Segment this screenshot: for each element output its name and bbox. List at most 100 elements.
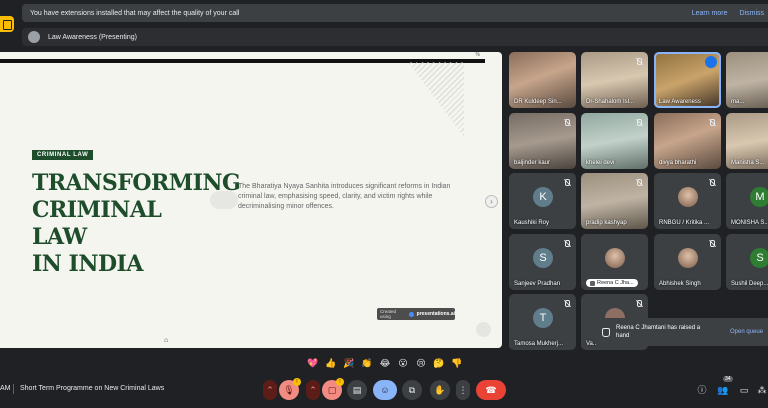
participant-name: Abhishek Singh — [659, 281, 701, 287]
reaction-emoji-button[interactable]: 😂 — [378, 356, 392, 370]
mic-off-icon — [563, 300, 570, 307]
presenting-label: Law Awareness (Presenting) — [48, 33, 137, 41]
participant-tile[interactable]: RNBGU / Kritika ... — [654, 173, 721, 229]
participant-name: ma... — [731, 99, 745, 105]
slide-title-line: IN INDIA — [32, 251, 143, 277]
slide-description: The Bharatiya Nyaya Sanhita introduces s… — [238, 183, 451, 210]
camera-toggle-button[interactable]: ▢! — [322, 378, 344, 400]
people-count-badge: 34 — [723, 376, 733, 382]
participant-tile[interactable]: S Sushil Deep... — [726, 234, 768, 290]
reaction-emoji-button[interactable]: 👎 — [450, 356, 464, 370]
credit-brand: presentations.ai — [416, 311, 455, 317]
learn-more-link[interactable]: Learn more — [692, 10, 728, 17]
camera-warning-badge: ! — [336, 378, 344, 386]
mic-off-icon — [708, 119, 715, 126]
participant-tile[interactable]: ma... — [726, 52, 768, 108]
open-queue-link[interactable]: Open queue — [730, 329, 763, 335]
reaction-emoji-button[interactable]: 👍 — [324, 356, 338, 370]
reaction-emoji-button[interactable]: 🎉 — [342, 356, 356, 370]
slide-title: TRANSFORMING CRIMINAL LAW IN INDIA — [32, 170, 241, 278]
participant-name: pradip kashyap — [586, 220, 627, 226]
activities-icon[interactable]: ⁂ — [756, 384, 768, 396]
control-bar: AM Short Term Programme on New Criminal … — [0, 376, 768, 404]
raise-hand-button[interactable]: ✋ — [430, 380, 450, 400]
reaction-emoji-button[interactable]: 💖 — [306, 356, 320, 370]
mic-off-icon — [635, 300, 642, 307]
reaction-bar: 💖 👍 🎉 👏 😂 😮 😢 🤔 👎 — [306, 356, 464, 370]
mic-toggle-button[interactable]: 🎙! — [279, 378, 301, 400]
mic-off-icon — [708, 179, 715, 186]
mouse-cursor-icon: ⌂ — [164, 337, 169, 344]
mic-off-icon — [635, 58, 642, 65]
participant-name: DR Kuldeep Sin... — [514, 99, 562, 105]
participant-name: Tamosa Mukherj... — [514, 341, 564, 347]
credit-prefix: Created using — [380, 309, 397, 319]
end-call-button[interactable]: ☎ — [476, 380, 506, 400]
reaction-emoji-button[interactable]: 🤔 — [432, 356, 446, 370]
avatar — [678, 187, 698, 207]
info-icon[interactable]: ⓘ — [696, 384, 708, 396]
chat-icon[interactable]: ▭ — [738, 384, 750, 396]
more-options-button[interactable]: ⋮ — [456, 380, 470, 400]
slide-title-line: TRANSFORMING — [32, 170, 241, 196]
people-icon[interactable]: 👥 — [717, 384, 729, 396]
presentations-logo-icon — [409, 311, 414, 317]
participant-name: RNBGU / Kritika ... — [659, 220, 710, 226]
participant-name: Reena C Jha... — [597, 280, 634, 286]
presenting-banner: Law Awareness (Presenting) — [22, 28, 768, 46]
raised-hand-toast: Reena C Jhamtani has raised a hand Open … — [594, 318, 768, 346]
participant-tile[interactable]: Dr-Shahalom Isl... — [581, 52, 648, 108]
participant-name: Law Awareness — [659, 99, 701, 105]
extension-warning-banner: You have extensions installed that may a… — [22, 4, 768, 22]
next-slide-button[interactable]: › — [485, 195, 498, 208]
present-screen-button[interactable]: ⧉ — [402, 380, 422, 400]
extension-tab-icon[interactable] — [0, 16, 14, 32]
clock: AM — [0, 385, 11, 392]
avatar: T — [533, 308, 553, 328]
mic-off-icon — [563, 119, 570, 126]
captions-button[interactable]: ▤ — [347, 380, 367, 400]
mic-off-icon — [708, 240, 715, 247]
participant-tile[interactable]: Manisha S... — [726, 113, 768, 169]
participant-tile[interactable]: divya bharathi — [654, 113, 721, 169]
emoji-button[interactable]: ☺ — [373, 380, 397, 400]
raised-hand-icon — [602, 328, 610, 337]
participant-tile[interactable]: pradip kashyap — [581, 173, 648, 229]
avatar: K — [533, 187, 553, 207]
participant-name: Dr-Shahalom Isl... — [586, 99, 635, 105]
participant-tile[interactable]: Reena C Jha... — [581, 234, 648, 290]
participant-tile[interactable]: khelei devi — [581, 113, 648, 169]
participant-tile[interactable]: Abhishek Singh — [654, 234, 721, 290]
camera-options-button[interactable]: ⌃ — [306, 380, 320, 400]
participant-tile[interactable]: baljinder kaur — [509, 113, 576, 169]
reaction-emoji-button[interactable]: 😢 — [414, 356, 428, 370]
presentation-stage: % CRIMINAL LAW TRANSFORMING CRIMINAL LAW… — [0, 52, 502, 348]
participant-tile[interactable]: S Sanjeev Pradhan — [509, 234, 576, 290]
avatar: S — [533, 248, 553, 268]
reaction-emoji-button[interactable]: 👏 — [360, 356, 374, 370]
mic-options-button[interactable]: ⌃ — [263, 380, 277, 400]
slide-title-line: CRIMINAL LAW — [32, 197, 162, 250]
avatar — [605, 248, 625, 268]
hand-icon — [590, 280, 595, 286]
toast-message: Reena C Jhamtani has raised a hand — [616, 325, 701, 339]
divider — [13, 384, 14, 394]
participant-tile[interactable]: M MONISHA S... — [726, 173, 768, 229]
participant-name: baljinder kaur — [514, 160, 551, 166]
zoom-icon[interactable] — [476, 322, 491, 337]
avatar — [678, 248, 698, 268]
participant-tile[interactable]: DR Kuldeep Sin... — [509, 52, 576, 108]
mic-off-icon — [563, 240, 570, 247]
participant-name: Kaushiki Roy — [514, 220, 550, 226]
mic-off-icon — [563, 179, 570, 186]
dismiss-link[interactable]: Dismiss — [740, 10, 765, 17]
participant-name: MONISHA S... — [731, 220, 768, 226]
participant-name: khelei devi — [586, 160, 615, 166]
reaction-emoji-button[interactable]: 😮 — [396, 356, 410, 370]
meet-window: You have extensions installed that may a… — [0, 0, 768, 408]
participant-tile[interactable]: K Kaushiki Roy — [509, 173, 576, 229]
participant-tile[interactable]: Law Awareness — [654, 52, 721, 108]
avatar: M — [750, 187, 768, 207]
participant-name: Sanjeev Pradhan — [514, 281, 561, 287]
participant-tile[interactable]: T Tamosa Mukherj... — [509, 294, 576, 350]
